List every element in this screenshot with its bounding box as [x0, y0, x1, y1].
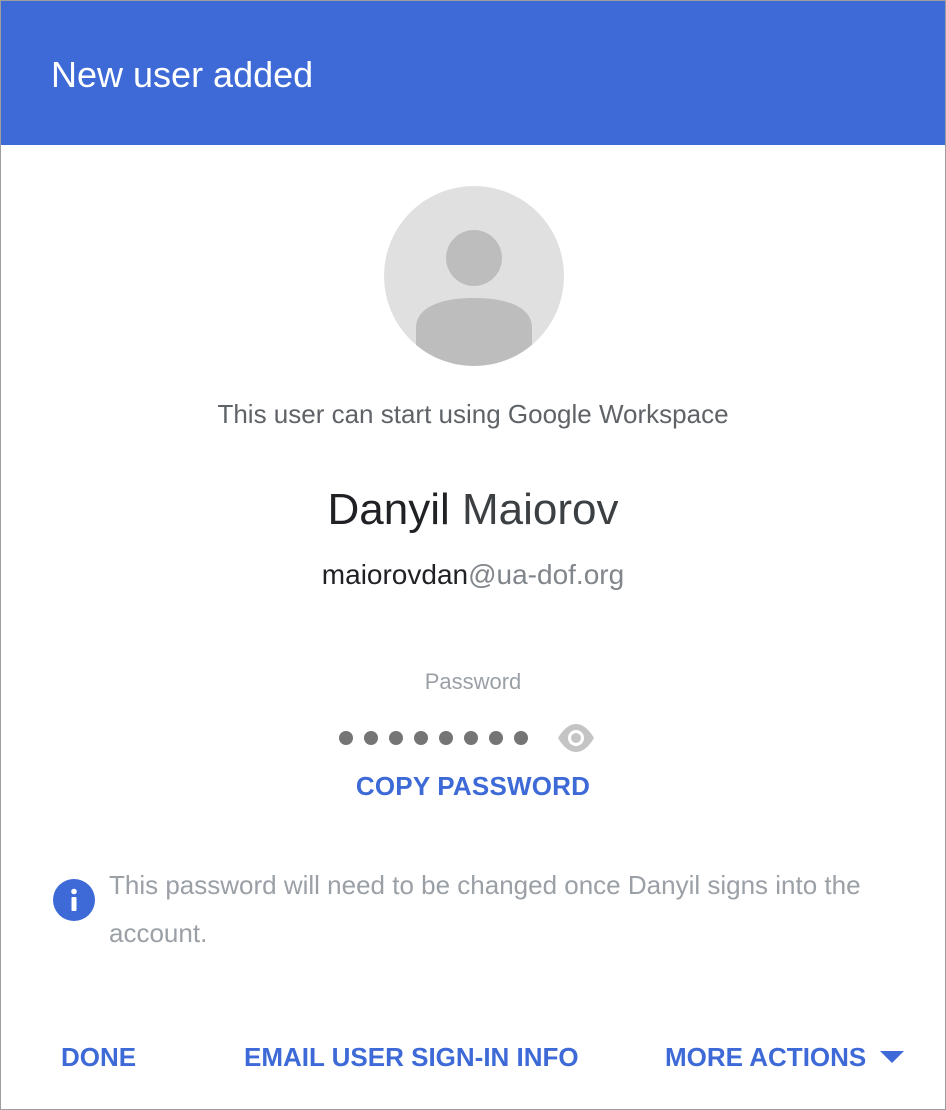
status-message: This user can start using Google Workspa…	[217, 399, 729, 429]
password-label: Password	[424, 669, 522, 694]
dialog-header: New user added	[1, 1, 945, 145]
info-icon	[53, 879, 95, 921]
dialog-title: New user added	[51, 54, 314, 95]
user-email: maiorovdan@ua-dof.org	[1, 557, 945, 593]
password-dot	[439, 731, 453, 745]
email-domain: @ua-dof.org	[468, 559, 625, 590]
more-actions-button[interactable]: MORE ACTIONS	[665, 1037, 905, 1077]
person-avatar-icon	[384, 186, 564, 366]
masked-password	[339, 731, 528, 745]
password-dot	[464, 731, 478, 745]
password-dot	[339, 731, 353, 745]
password-dot	[414, 731, 428, 745]
done-button[interactable]: DONE	[61, 1037, 136, 1077]
dialog-actions: DONE EMAIL USER SIGN-IN INFO MORE ACTION…	[1, 1037, 945, 1077]
more-actions-label: MORE ACTIONS	[665, 1042, 867, 1072]
email-local-part: maiorovdan	[321, 559, 469, 590]
password-dot	[489, 731, 503, 745]
email-sign-in-info-button[interactable]: EMAIL USER SIGN-IN INFO	[244, 1037, 579, 1077]
password-dot	[514, 731, 528, 745]
eye-icon[interactable]	[556, 721, 596, 755]
password-dot	[364, 731, 378, 745]
password-dot	[389, 731, 403, 745]
copy-password-button[interactable]: COPY PASSWORD	[1, 769, 945, 803]
user-first-name: Danyil	[327, 485, 450, 534]
password-field	[339, 721, 596, 755]
user-full-name: Danyil Maiorov	[1, 483, 945, 537]
user-last-name: Maiorov	[462, 485, 619, 534]
new-user-dialog: New user added This user can start using…	[0, 0, 946, 1110]
notice-text: This password will need to be changed on…	[109, 870, 861, 948]
caret-down-icon	[880, 1051, 905, 1063]
